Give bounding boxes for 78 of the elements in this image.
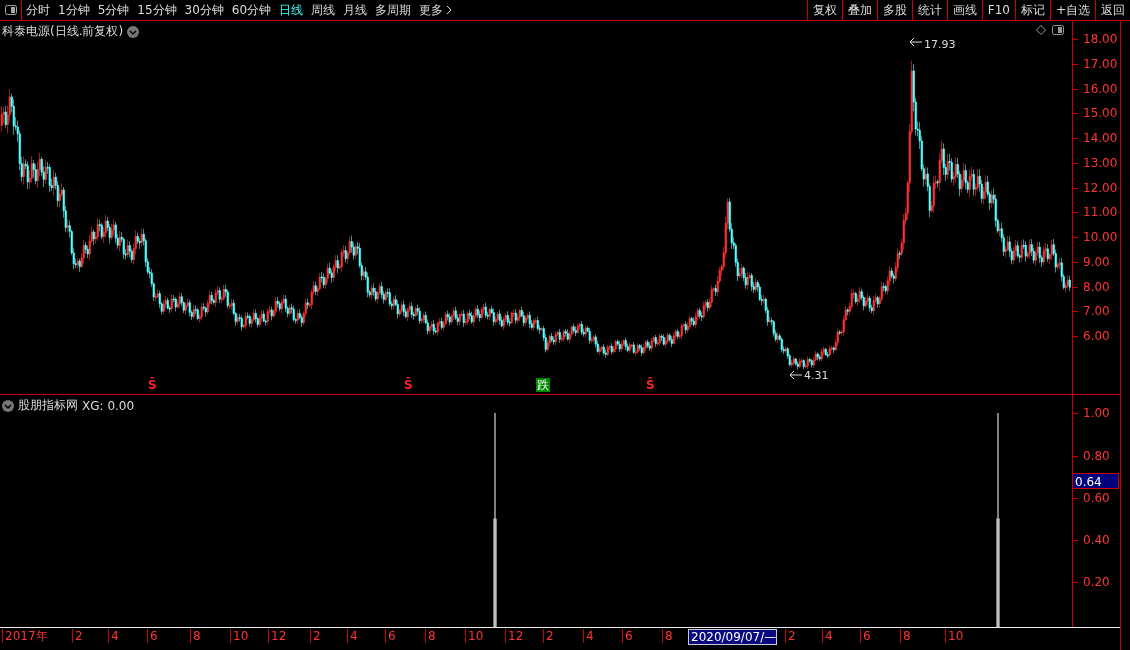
- date-label: 8: [900, 629, 911, 644]
- indicator-value: XG: 0.00: [82, 398, 135, 413]
- price-axis-label: 10.00: [1083, 230, 1118, 244]
- period-tab[interactable]: 30分钟: [180, 0, 228, 20]
- price-axis-label: 6.00: [1083, 329, 1110, 343]
- period-tab[interactable]: 15分钟: [133, 0, 181, 20]
- price-axis-label: 11.00: [1083, 205, 1118, 220]
- date-label: 2020/09/07/—: [688, 629, 778, 646]
- price-axis-label: 12.00: [1083, 180, 1118, 195]
- price-axis-label: 18.00: [1083, 32, 1118, 46]
- price-axis-label: 8.00: [1083, 279, 1110, 294]
- toolbar-button[interactable]: F10: [981, 0, 1015, 20]
- indicator-axis-label: 0.20: [1083, 575, 1110, 590]
- low-price-label: 4.31: [804, 369, 829, 382]
- high-price-label: 17.93: [924, 38, 956, 51]
- date-label: 4: [822, 629, 833, 644]
- date-label: 2: [543, 629, 554, 644]
- price-axis-label: 9.00: [1083, 254, 1110, 269]
- date-label: 4: [108, 629, 119, 644]
- price-axis-label: 17.00: [1083, 56, 1118, 71]
- toolbar-button[interactable]: 复权: [806, 0, 842, 20]
- indicator-name: 股朋指标网: [18, 397, 78, 415]
- toolbar-button[interactable]: 叠加: [841, 0, 877, 20]
- price-axis-label: 16.00: [1083, 81, 1118, 96]
- cursor-value-label: 0.64: [1073, 473, 1119, 490]
- date-label: 6: [147, 629, 158, 644]
- period-tab[interactable]: 日线: [275, 0, 308, 20]
- period-tab[interactable]: 1分钟: [54, 0, 94, 20]
- date-label: 12: [268, 629, 287, 644]
- date-label: 6: [622, 629, 633, 644]
- signal-marker: Ŝ: [646, 378, 655, 393]
- period-tab[interactable]: 周线: [307, 0, 340, 20]
- date-label: 2: [72, 629, 83, 644]
- date-label: 2: [785, 629, 796, 644]
- leader-line: [789, 370, 803, 380]
- chevron-right-icon[interactable]: [446, 5, 453, 15]
- date-label: 2: [310, 629, 321, 644]
- more-menu[interactable]: 更多: [415, 0, 457, 20]
- indicator-axis-label: 0.60: [1083, 490, 1110, 505]
- toolbar-button[interactable]: 画线: [946, 0, 982, 20]
- period-tab[interactable]: 分时: [22, 0, 54, 20]
- date-label: 8: [425, 629, 436, 644]
- price-axis-label: 13.00: [1083, 155, 1118, 170]
- indicator-axis-label: 1.00: [1083, 406, 1110, 421]
- date-label: 12: [505, 629, 524, 644]
- date-label: 4: [583, 629, 594, 644]
- date-label: 8: [190, 629, 201, 644]
- dropdown-icon[interactable]: [2, 399, 14, 412]
- date-label: 10: [465, 629, 484, 644]
- date-label: 6: [385, 629, 396, 644]
- period-tab[interactable]: 60分钟: [227, 0, 276, 20]
- price-axis-label: 15.00: [1083, 106, 1118, 121]
- signal-marker: Ŝ: [148, 378, 157, 393]
- panel-icon[interactable]: [4, 5, 17, 15]
- date-label: 8: [662, 629, 673, 644]
- chart-title: 科泰电源(日线.前复权): [2, 23, 124, 40]
- period-tab[interactable]: 5分钟: [93, 0, 134, 20]
- period-tab[interactable]: 月线: [339, 0, 372, 20]
- dropdown-icon[interactable]: [127, 25, 140, 38]
- date-label: 10: [945, 629, 964, 644]
- toolbar-button[interactable]: 返回: [1095, 0, 1130, 20]
- date-label: 2017年: [2, 629, 48, 644]
- date-label: 6: [860, 629, 871, 644]
- fall-marker: 跌: [536, 378, 550, 393]
- date-label: 4: [347, 629, 358, 644]
- price-axis-label: 7.00: [1083, 304, 1110, 319]
- panel-icon[interactable]: [1052, 25, 1064, 35]
- toolbar-button[interactable]: 多股: [876, 0, 912, 20]
- toolbar-button[interactable]: 标记: [1014, 0, 1050, 20]
- date-label: 10: [230, 629, 249, 644]
- price-axis-label: 14.00: [1083, 131, 1118, 145]
- period-tab[interactable]: 多周期: [371, 0, 416, 20]
- toolbar-button[interactable]: 统计: [911, 0, 947, 20]
- toolbar-button[interactable]: +自选: [1049, 0, 1095, 20]
- indicator-axis-label: 0.80: [1083, 448, 1110, 463]
- leader-line: [909, 37, 923, 47]
- signal-marker: Ŝ: [404, 378, 413, 393]
- indicator-axis-label: 0.40: [1083, 533, 1110, 547]
